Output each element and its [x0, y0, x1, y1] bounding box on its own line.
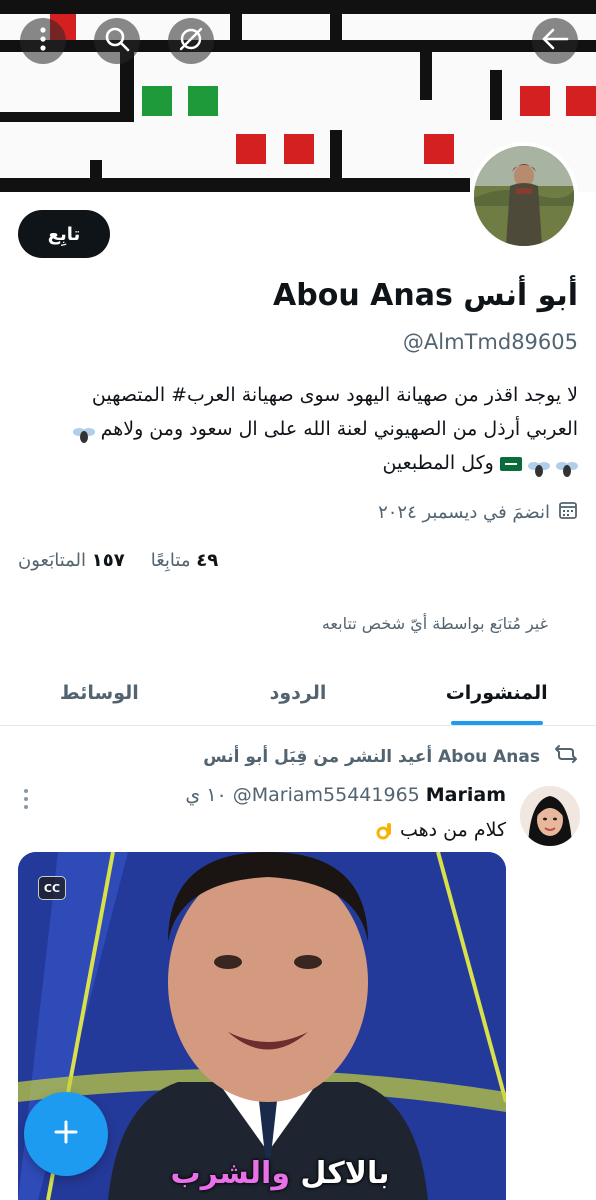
search-icon	[104, 26, 130, 56]
repost-indicator: أعيد النشر من قِبَل أبو أنس Abou Anas	[18, 744, 578, 769]
bio-text: العربي أرذل من الصهيوني لعنة الله على ال…	[100, 418, 578, 440]
post-author-name[interactable]: Mariam	[426, 784, 506, 806]
followers-count: ١٥٧	[91, 550, 125, 571]
more-vertical-icon	[22, 789, 30, 814]
fly-icon	[72, 421, 95, 443]
following-label: متابِعًا	[150, 550, 191, 571]
tab-replies[interactable]: الردود	[199, 660, 398, 725]
post-header: Mariam @Mariam55441965 ١٠ ي	[36, 784, 506, 806]
back-button[interactable]	[532, 18, 578, 64]
saudi-flag-icon	[499, 456, 522, 471]
premium-slash-icon	[177, 25, 205, 57]
caption-text: بالاكل	[289, 1156, 390, 1191]
post-body: كلام من دهب	[399, 819, 506, 841]
followers-label: المتابَعون	[18, 550, 87, 571]
bio-line: العربي أرذل من الصهيوني لعنة الله على ال…	[18, 412, 578, 446]
tab-posts[interactable]: المنشورات	[397, 660, 596, 725]
followers-stat[interactable]: ١٥٧ المتابَعون	[18, 550, 125, 571]
post-author-avatar[interactable]	[520, 786, 580, 846]
following-stat[interactable]: ٤٩ متابِعًا	[151, 550, 218, 571]
calendar-icon	[558, 500, 578, 525]
profile-avatar[interactable]	[470, 142, 578, 250]
more-button[interactable]	[20, 18, 66, 64]
fly-icon	[527, 455, 550, 477]
closed-captions-badge[interactable]: CC	[38, 876, 66, 900]
bio-line: وكل المطبعين	[18, 446, 578, 480]
post-author-handle[interactable]: @Mariam55441965	[233, 784, 420, 806]
joined-date: انضمَ في ديسمبر ٢٠٢٤	[18, 500, 578, 525]
compose-button[interactable]	[24, 1092, 108, 1176]
profile-handle: @AlmTmd89605	[402, 330, 578, 354]
profile-tabs: المنشورات الردود الوسائط	[0, 660, 596, 726]
post-text: كلام من دهب	[36, 816, 506, 844]
following-count: ٤٩	[196, 550, 219, 571]
arrow-left-icon	[541, 27, 569, 55]
video-caption: بالاكل والشرب	[150, 1156, 410, 1191]
post-more-button[interactable]	[22, 788, 42, 812]
plus-icon	[52, 1118, 80, 1150]
tab-media[interactable]: الوسائط	[0, 660, 199, 725]
profile-bio: لا يوجد اقذر من صهيانة اليهود سوى صهيانة…	[18, 378, 578, 480]
fly-icon	[556, 455, 578, 477]
follow-button[interactable]: تابِع	[18, 210, 110, 258]
search-button[interactable]	[94, 18, 140, 64]
premium-button[interactable]	[168, 18, 214, 64]
repost-icon	[554, 744, 578, 769]
follow-stats: ١٥٧ المتابَعون ٤٩ متابِعًا	[18, 550, 578, 571]
ok-hand-icon	[376, 819, 394, 841]
bio-line: لا يوجد اقذر من صهيانة اليهود سوى صهيانة…	[91, 384, 578, 406]
profile-display-name: أبو أنس Abou Anas	[273, 278, 578, 313]
more-vertical-icon	[40, 27, 46, 55]
not-followed-note: غير مُتابَع بواسطة أيّ شخص تتابعه	[321, 614, 548, 633]
caption-highlight: والشرب	[170, 1156, 290, 1191]
joined-text: انضمَ في ديسمبر ٢٠٢٤	[378, 502, 550, 523]
repost-note[interactable]: أعيد النشر من قِبَل أبو أنس Abou Anas	[203, 747, 540, 767]
post-time: ١٠ ي	[185, 784, 227, 806]
bio-text: وكل المطبعين	[382, 452, 494, 474]
